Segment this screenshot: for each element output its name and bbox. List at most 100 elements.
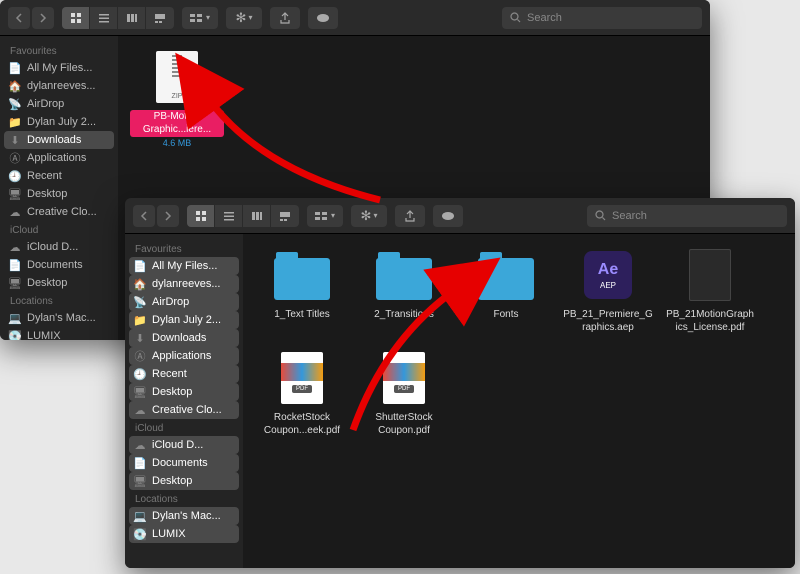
action-button[interactable]: ✻▾ bbox=[226, 7, 262, 29]
share-icon bbox=[279, 12, 291, 24]
search-icon bbox=[595, 210, 606, 221]
sidebar-item[interactable]: 📡AirDrop bbox=[129, 293, 239, 311]
file-item[interactable]: ZIP PB-Motion Graphic...iere... 4.6 MB bbox=[130, 48, 224, 148]
tags-button[interactable] bbox=[308, 7, 338, 29]
nav-back-button[interactable] bbox=[133, 205, 155, 227]
app-icon: Ⓐ bbox=[8, 151, 22, 165]
file-item[interactable]: PDFShutterStock Coupon.pdf bbox=[357, 349, 451, 438]
sidebar-item[interactable]: 🏠dylanreeves... bbox=[0, 77, 118, 95]
sidebar-item[interactable]: 📄All My Files... bbox=[129, 257, 239, 275]
folder-icon bbox=[375, 246, 433, 304]
file-item[interactable]: PDFRocketStock Coupon...eek.pdf bbox=[255, 349, 349, 438]
share-button[interactable] bbox=[270, 7, 300, 29]
sidebar-item[interactable]: 📄Documents bbox=[129, 454, 239, 472]
file-item[interactable]: 1_Text Titles bbox=[255, 246, 349, 335]
sidebar-item-label: Downloads bbox=[152, 332, 206, 344]
columns-icon bbox=[251, 210, 263, 222]
view-column-button[interactable] bbox=[243, 205, 271, 227]
grid-icon bbox=[195, 210, 207, 222]
file-item[interactable]: AeAEPPB_21_Premiere_Graphics.aep bbox=[561, 246, 655, 335]
action-button[interactable]: ✻▾ bbox=[351, 205, 387, 227]
sidebar-item-label: iCloud D... bbox=[27, 241, 78, 253]
search-placeholder: Search bbox=[527, 12, 562, 24]
desktop-icon: 🖥 bbox=[8, 276, 22, 290]
sidebar-item-label: Desktop bbox=[152, 386, 192, 398]
file-item[interactable]: PB_21MotionGraphics_License.pdf bbox=[663, 246, 757, 335]
sidebar-section-header: Locations bbox=[125, 490, 243, 507]
file-label: PB_21_Premiere_Graphics.aep bbox=[561, 308, 655, 335]
sidebar-item[interactable]: 📁Dylan July 2... bbox=[0, 113, 118, 131]
gear-icon: ✻ bbox=[361, 208, 372, 224]
sidebar-item[interactable]: ⒶApplications bbox=[0, 149, 118, 167]
tags-button[interactable] bbox=[433, 205, 463, 227]
sidebar-item[interactable]: ☁Creative Clo... bbox=[129, 401, 239, 419]
sidebar-section-header: iCloud bbox=[125, 419, 243, 436]
sidebar-item-label: Creative Clo... bbox=[152, 404, 222, 416]
sidebar-item[interactable]: 🖥Desktop bbox=[129, 472, 239, 490]
search-field[interactable]: Search bbox=[502, 7, 702, 29]
sidebar-item-label: dylanreeves... bbox=[152, 278, 220, 290]
view-icon-button[interactable] bbox=[62, 7, 90, 29]
sidebar-section-header: Favourites bbox=[125, 240, 243, 257]
sidebar-item[interactable]: 💽LUMIX bbox=[0, 327, 118, 340]
sidebar-item[interactable]: 📄Documents bbox=[0, 256, 118, 274]
view-gallery-button[interactable] bbox=[271, 205, 299, 227]
sidebar-item[interactable]: ⬇Downloads bbox=[4, 131, 114, 149]
sidebar-item[interactable]: 💻 Dylan's Mac... bbox=[129, 507, 239, 525]
sidebar-item[interactable]: 🖥Desktop bbox=[0, 185, 118, 203]
sidebar-item[interactable]: 💽LUMIX bbox=[129, 525, 239, 543]
sidebar-item[interactable]: 🕘Recent bbox=[0, 167, 118, 185]
sidebar-item[interactable]: ☁Creative Clo... bbox=[0, 203, 118, 221]
folder-icon: 📁 bbox=[8, 115, 22, 129]
sidebar-item[interactable]: 💻Dylan's Mac... bbox=[0, 309, 118, 327]
nav-forward-button[interactable] bbox=[32, 7, 54, 29]
file-item[interactable]: 2_Transitions bbox=[357, 246, 451, 335]
chevron-right-icon bbox=[164, 211, 172, 221]
sidebar-item[interactable]: ☁ iCloud D... bbox=[0, 238, 118, 256]
clock-icon: 🕘 bbox=[8, 169, 22, 183]
gallery-icon bbox=[154, 12, 166, 24]
arrange-icon bbox=[315, 210, 329, 222]
view-column-button[interactable] bbox=[118, 7, 146, 29]
house-icon: 🏠 bbox=[8, 79, 22, 93]
sidebar-item[interactable]: 🕘Recent bbox=[129, 365, 239, 383]
sidebar-item[interactable]: 🖥Desktop bbox=[0, 274, 118, 292]
doc-icon: 📄 bbox=[133, 259, 147, 273]
folder-icon bbox=[273, 246, 331, 304]
sidebar-item[interactable]: ⒶApplications bbox=[129, 347, 239, 365]
chevron-right-icon bbox=[39, 13, 47, 23]
share-button[interactable] bbox=[395, 205, 425, 227]
sidebar-item[interactable]: 🏠dylanreeves... bbox=[129, 275, 239, 293]
columns-icon bbox=[126, 12, 138, 24]
arrange-button[interactable]: ▾ bbox=[307, 205, 343, 227]
gallery-icon bbox=[279, 210, 291, 222]
sidebar-item[interactable]: ☁iCloud D... bbox=[129, 436, 239, 454]
arrange-button[interactable]: ▾ bbox=[182, 7, 218, 29]
search-field[interactable]: Search bbox=[587, 205, 787, 227]
zip-file-icon: ZIP bbox=[148, 48, 206, 106]
sidebar-item[interactable]: 📁Dylan July 2... bbox=[129, 311, 239, 329]
list-icon bbox=[223, 210, 235, 222]
toolbar: ▾ ✻▾ Search bbox=[125, 198, 795, 234]
sidebar-item[interactable]: ⬇Downloads bbox=[129, 329, 239, 347]
sidebar-item[interactable]: 📡AirDrop bbox=[0, 95, 118, 113]
laptop-icon: 💻 bbox=[133, 509, 147, 523]
nav-back-button[interactable] bbox=[8, 7, 30, 29]
sidebar-item-label: Dylan's Mac... bbox=[152, 510, 221, 522]
view-gallery-button[interactable] bbox=[146, 7, 174, 29]
sidebar-item[interactable]: 🖥Desktop bbox=[129, 383, 239, 401]
view-list-button[interactable] bbox=[215, 205, 243, 227]
cloud-icon: ☁ bbox=[8, 240, 22, 254]
laptop-icon: 💻 bbox=[8, 311, 22, 325]
view-switcher bbox=[187, 205, 299, 227]
disk-icon: 💽 bbox=[8, 329, 22, 340]
file-item[interactable]: Fonts bbox=[459, 246, 553, 335]
view-list-button[interactable] bbox=[90, 7, 118, 29]
doc-icon: 📄 bbox=[8, 61, 22, 75]
nav-forward-button[interactable] bbox=[157, 205, 179, 227]
view-icon-button[interactable] bbox=[187, 205, 215, 227]
file-label: 1_Text Titles bbox=[272, 308, 332, 323]
sidebar-item[interactable]: 📄All My Files... bbox=[0, 59, 118, 77]
content-area[interactable]: 1_Text Titles 2_TransitionsFontsAeAEPPB_2… bbox=[243, 234, 795, 568]
view-switcher bbox=[62, 7, 174, 29]
